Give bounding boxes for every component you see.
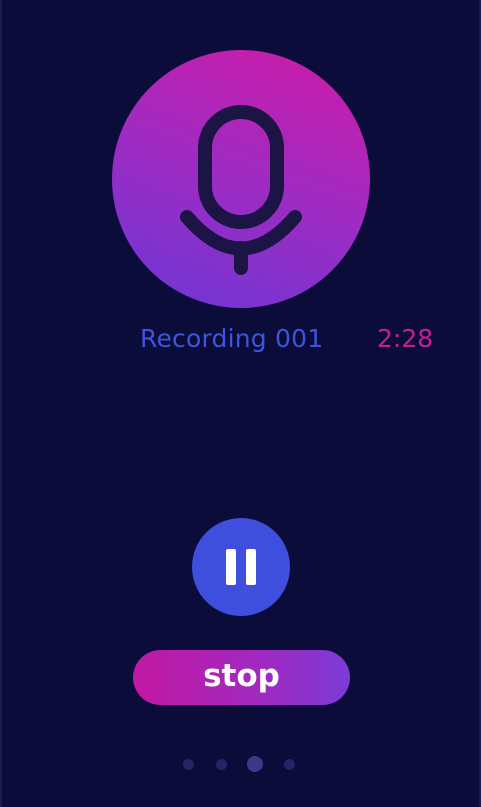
- recorder-screen: Recording 001 2:28 stop: [0, 0, 481, 807]
- page-dot-1[interactable]: [182, 758, 194, 770]
- pause-button[interactable]: [192, 518, 290, 616]
- recording-title: Recording 001: [140, 324, 324, 353]
- page-dot-4[interactable]: [283, 758, 295, 770]
- recording-timer: 2:28: [377, 324, 434, 353]
- recording-info: Recording 001 2:28: [2, 322, 481, 358]
- pause-icon-bar: [246, 549, 256, 585]
- page-dot-2[interactable]: [215, 758, 227, 770]
- pause-icon: [226, 549, 236, 585]
- audio-waveform: [50, 398, 432, 474]
- page-dot-3[interactable]: [247, 756, 263, 772]
- microphone-icon: [180, 105, 302, 275]
- page-indicator: [2, 752, 481, 776]
- stop-button[interactable]: stop: [133, 650, 350, 705]
- microphone-badge: [112, 50, 370, 308]
